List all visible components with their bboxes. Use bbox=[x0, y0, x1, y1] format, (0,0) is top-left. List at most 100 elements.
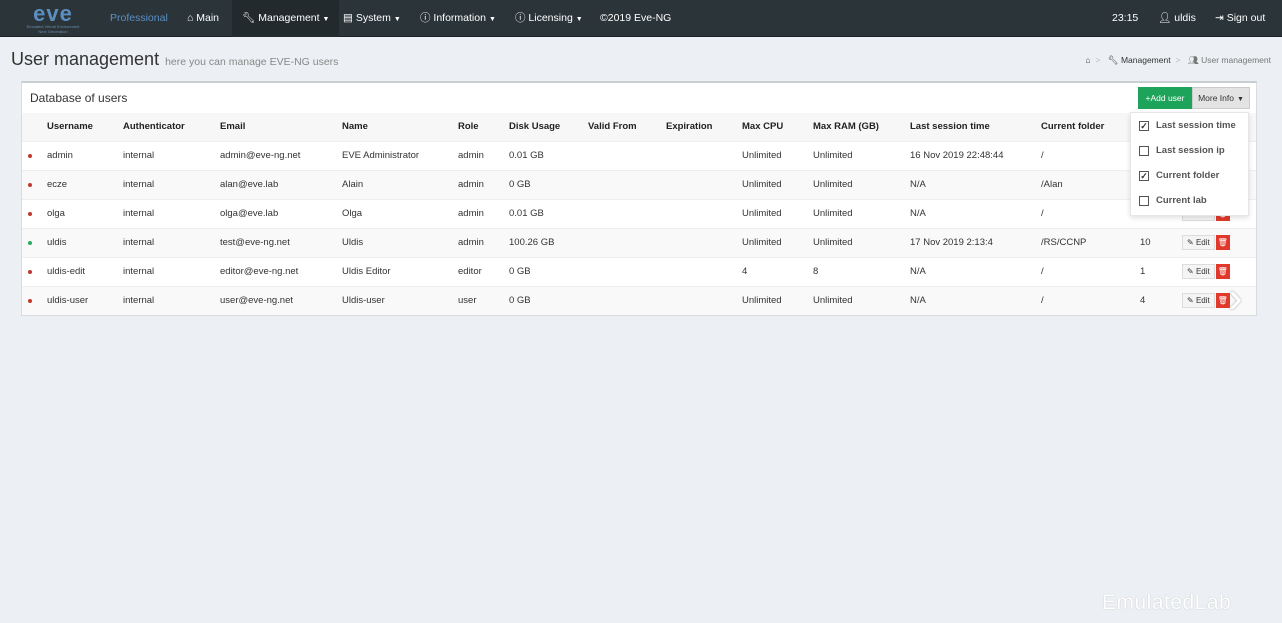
column-header[interactable]: Username bbox=[47, 113, 123, 141]
nav-main[interactable]: ⌂ Main bbox=[177, 0, 229, 37]
table-row[interactable]: olga internal olga@eve.lab Olga admin 0.01 GB… bbox=[22, 198, 1256, 228]
cell-folder: / bbox=[1041, 256, 1140, 286]
table-row[interactable]: uldis-user internal user@eve-ng.net Uldis-u… bbox=[22, 285, 1256, 315]
trash-icon: 🗑︎ bbox=[1217, 266, 1228, 276]
column-header[interactable]: Expiration bbox=[666, 113, 742, 141]
more-info-option[interactable]: ✓ Last session time bbox=[1131, 113, 1248, 138]
table-row[interactable]: uldis-edit internal editor@eve-ng.net Uldis… bbox=[22, 256, 1256, 286]
cell-role: user bbox=[458, 285, 509, 315]
edit-button[interactable]: ✎ Edit bbox=[1182, 293, 1215, 309]
cell-role: admin bbox=[458, 198, 509, 228]
cell-disk: 0.01 GB bbox=[509, 198, 588, 228]
caret-down-icon: ▼ bbox=[322, 16, 330, 23]
checkbox[interactable] bbox=[1139, 145, 1149, 156]
column-header[interactable]: Disk Usage bbox=[509, 113, 588, 141]
cell-email: alan@eve.lab bbox=[220, 169, 342, 199]
cell-cpu: Unlimited bbox=[742, 198, 813, 228]
trash-icon: 🗑︎ bbox=[1217, 296, 1228, 306]
column-header[interactable]: Role bbox=[458, 113, 509, 141]
cell-name: Olga bbox=[342, 198, 458, 228]
cell-last_session: N/A bbox=[910, 198, 1041, 228]
edit-button[interactable]: ✎ Edit bbox=[1182, 264, 1215, 279]
cell-role: admin bbox=[458, 140, 509, 170]
signout-icon: ⇥ bbox=[1215, 12, 1227, 24]
column-header[interactable]: Valid From bbox=[588, 113, 666, 141]
more-info-option[interactable]: Last session ip bbox=[1131, 138, 1248, 163]
cell-email: editor@eve-ng.net bbox=[220, 256, 342, 286]
cell-ram: Unlimited bbox=[813, 140, 910, 170]
cell-username: ecze bbox=[47, 169, 123, 199]
more-info-dropdown: ✓ Last session time Last session ip ✓ Curren… bbox=[1130, 112, 1249, 216]
status-dot-icon bbox=[28, 212, 32, 216]
status-cell bbox=[22, 198, 47, 228]
eve-logo[interactable]: eve Emulated Virtual Environment Next Gen… bbox=[22, 3, 84, 35]
status-cell bbox=[22, 169, 47, 199]
cell-auth: internal bbox=[123, 169, 220, 199]
user-icon: 👤︎ bbox=[1158, 12, 1175, 24]
user-menu[interactable]: 👤︎ uldis bbox=[1148, 0, 1206, 37]
table-row[interactable]: ecze internal alan@eve.lab Alain admin 0 GB Un… bbox=[22, 169, 1256, 199]
signout-link[interactable]: ⇥ Sign out bbox=[1205, 0, 1275, 37]
breadcrumb-management[interactable]: 🔧︎ Management bbox=[1108, 55, 1171, 65]
more-info-option[interactable]: ✓ Current folder bbox=[1131, 163, 1248, 188]
cell-auth: internal bbox=[123, 256, 220, 286]
cell-ram: Unlimited bbox=[813, 227, 910, 257]
table-row[interactable]: uldis internal test@eve-ng.net Uldis admin 10… bbox=[22, 227, 1256, 257]
column-header[interactable]: Max CPU bbox=[742, 113, 813, 141]
checkbox[interactable]: ✓ bbox=[1139, 120, 1149, 131]
column-header[interactable]: Last session time bbox=[910, 113, 1041, 141]
nav-system[interactable]: ▤ System ▼ bbox=[333, 0, 411, 37]
cell-folder: / bbox=[1041, 140, 1140, 170]
cell-last_session: 17 Nov 2019 2:13:4 bbox=[910, 227, 1041, 257]
clock: 23:15 bbox=[1112, 12, 1139, 24]
column-header[interactable]: Max RAM (GB) bbox=[813, 113, 910, 141]
table-row[interactable]: admin internal admin@eve-ng.net EVE Adminis… bbox=[22, 140, 1256, 170]
actions-cell: ✎ Edit🗑︎ bbox=[1182, 227, 1256, 257]
edit-button[interactable]: ✎ Edit bbox=[1182, 235, 1215, 250]
cell-username: uldis bbox=[47, 227, 123, 257]
cell-cpu: Unlimited bbox=[742, 285, 813, 315]
cell-last_session: N/A bbox=[910, 256, 1041, 286]
checkbox[interactable] bbox=[1139, 195, 1149, 206]
caret-down-icon: ▼ bbox=[393, 16, 401, 23]
cell-cpu: Unlimited bbox=[742, 169, 813, 199]
cell-auth: internal bbox=[123, 198, 220, 228]
cell-folder: / bbox=[1041, 285, 1140, 315]
cell-valid_from bbox=[588, 140, 666, 170]
cell-disk: 100.26 GB bbox=[509, 227, 588, 257]
next-arrow-icon[interactable]: › bbox=[1228, 276, 1243, 320]
cell-auth: internal bbox=[123, 140, 220, 170]
caret-down-icon: ▼ bbox=[1236, 96, 1244, 103]
caret-down-icon: ▼ bbox=[575, 16, 583, 23]
nav-management[interactable]: 🔧︎ Management ▼ bbox=[232, 0, 340, 37]
column-header[interactable]: Name bbox=[342, 113, 458, 141]
nav-information[interactable]: ⓘ Information ▼ bbox=[410, 0, 506, 37]
status-cell bbox=[22, 227, 47, 257]
delete-button[interactable]: 🗑︎ bbox=[1215, 234, 1230, 250]
nav-licensing[interactable]: ⓘ Licensing ▼ bbox=[505, 0, 593, 37]
more-info-button[interactable]: More Info ▼ bbox=[1192, 87, 1250, 109]
cell-username: uldis-user bbox=[47, 285, 123, 315]
cell-email: admin@eve-ng.net bbox=[220, 140, 342, 170]
table-header: Username Authenticator Email Name Role Disk U… bbox=[22, 113, 1256, 141]
breadcrumb-current: 👥︎ User management bbox=[1187, 55, 1271, 65]
panel-title: Database of users bbox=[30, 91, 128, 105]
users-panel: Database of users +Add user More Info ▼ U… bbox=[21, 81, 1257, 316]
cell-last_session: 16 Nov 2019 22:48:44 bbox=[910, 140, 1041, 170]
add-user-button[interactable]: +Add user bbox=[1138, 87, 1192, 109]
caret-down-icon: ▼ bbox=[488, 16, 496, 23]
status-dot-icon bbox=[28, 154, 32, 158]
cell-valid_from bbox=[588, 256, 666, 286]
column-header[interactable]: Email bbox=[220, 113, 342, 141]
more-info-option[interactable]: Current lab bbox=[1131, 188, 1248, 213]
cell-disk: 0.01 GB bbox=[509, 140, 588, 170]
cell-expiration bbox=[666, 140, 742, 170]
checkbox[interactable]: ✓ bbox=[1139, 170, 1149, 181]
cell-ram: Unlimited bbox=[813, 169, 910, 199]
cell-expiration bbox=[666, 169, 742, 199]
cell-ram: Unlimited bbox=[813, 285, 910, 315]
cell-valid_from bbox=[588, 169, 666, 199]
column-header[interactable]: Current folder bbox=[1041, 113, 1140, 141]
breadcrumb-home[interactable]: ⌂ bbox=[1085, 55, 1090, 65]
column-header[interactable]: Authenticator bbox=[123, 113, 220, 141]
